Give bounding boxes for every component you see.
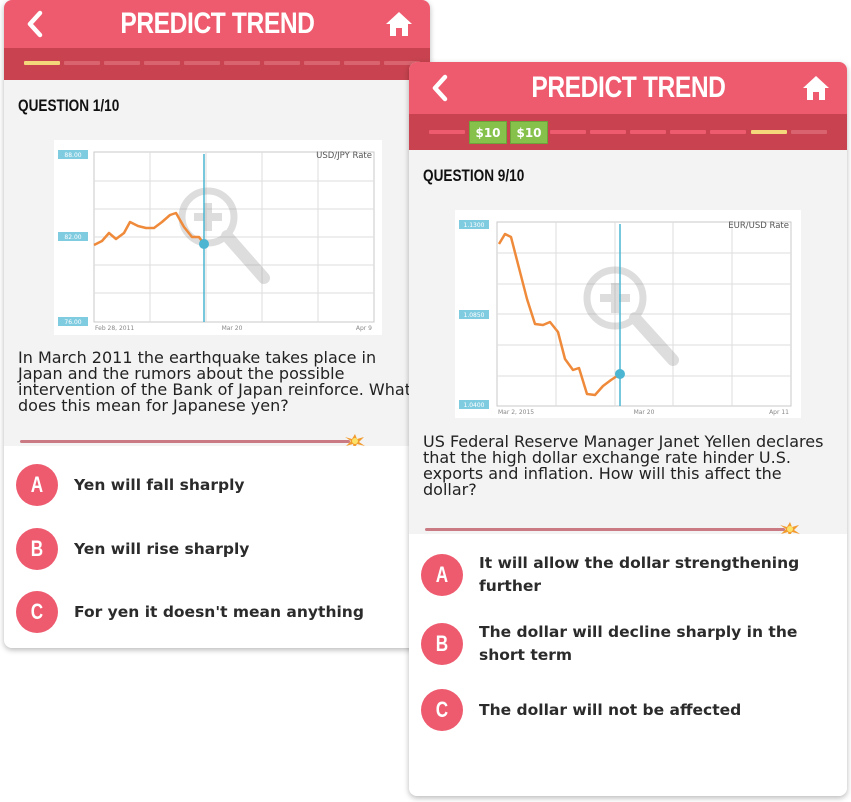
chart-y-label: 1.1300 xyxy=(464,222,485,229)
reward-badge: $10 xyxy=(469,121,507,144)
chart-y-label: 88.00 xyxy=(64,152,81,159)
answer-badge: B xyxy=(16,528,58,570)
answer-badge: A xyxy=(421,554,463,596)
chart-y-label: 76.00 xyxy=(64,319,81,326)
answer-option-a[interactable]: A It will allow the dollar strengthening… xyxy=(421,552,837,598)
chart-x-label: Mar 20 xyxy=(634,409,655,416)
question-number: QUESTION 9/10 xyxy=(423,166,525,185)
progress-segment xyxy=(429,130,465,134)
answer-text: For yen it doesn't mean anything xyxy=(74,602,364,621)
home-icon xyxy=(803,76,829,100)
timer-bar xyxy=(20,440,350,443)
answer-text: It will allow the dollar strengthening f… xyxy=(479,554,800,595)
answer-text: Yen will rise sharply xyxy=(74,539,250,558)
question-text: US Federal Reserve Manager Janet Yellen … xyxy=(423,432,824,499)
progress-segment xyxy=(184,61,220,65)
reward-badge: $10 xyxy=(510,121,548,144)
answer-badge: A xyxy=(16,464,58,506)
chart-y-label: 1.0850 xyxy=(464,312,485,319)
screen-title: PREDICT TREND xyxy=(530,71,726,104)
answer-option-c[interactable]: C The dollar will not be affected xyxy=(421,689,837,731)
question-number: QUESTION 1/10 xyxy=(18,96,120,115)
chart-x-label: Mar 20 xyxy=(222,325,243,332)
back-button[interactable] xyxy=(18,7,52,41)
home-button[interactable] xyxy=(799,71,833,105)
home-icon xyxy=(386,12,412,36)
question-text: In March 2011 the earthquake takes place… xyxy=(18,348,411,415)
timer-bar xyxy=(425,528,785,531)
answer-badge: B xyxy=(421,623,463,665)
progress-segment xyxy=(224,61,260,65)
answer-option-a[interactable]: A Yen will fall sharply xyxy=(16,464,420,506)
progress-bar: $10 $10 xyxy=(409,114,847,150)
progress-segment xyxy=(590,130,626,134)
home-button[interactable] xyxy=(382,7,416,41)
chart-svg: 88.00 82.00 76.00 USD/JPY Rate Feb 28, 2… xyxy=(58,150,375,332)
chart-x-label: Mar 2, 2015 xyxy=(498,409,534,416)
screen-title: PREDICT TREND xyxy=(119,7,315,40)
progress-segment-current xyxy=(751,130,787,134)
back-button[interactable] xyxy=(423,71,457,105)
progress-segment xyxy=(144,61,180,65)
quiz-screen-1: PREDICT TREND QUESTION 1/10 88.00 82.00 … xyxy=(4,0,430,648)
answer-option-c[interactable]: C For yen it doesn't mean anything xyxy=(16,591,420,633)
progress-segment xyxy=(264,61,300,65)
chart-svg: 1.1300 1.0850 1.0400 EUR/USD Rate Mar 2,… xyxy=(459,220,792,416)
rate-chart[interactable]: 88.00 82.00 76.00 USD/JPY Rate Feb 28, 2… xyxy=(54,140,382,335)
header-bar: PREDICT TREND xyxy=(409,62,847,114)
progress-segment xyxy=(710,130,746,134)
progress-segment xyxy=(791,130,827,134)
progress-segment xyxy=(550,130,586,134)
progress-segment xyxy=(630,130,666,134)
rate-chart[interactable]: 1.1300 1.0850 1.0400 EUR/USD Rate Mar 2,… xyxy=(455,210,801,418)
answer-badge: C xyxy=(16,591,58,633)
answer-list: A It will allow the dollar strengthening… xyxy=(409,534,847,796)
chart-y-label: 82.00 xyxy=(64,234,81,241)
progress-segment-current xyxy=(24,61,60,65)
progress-segment xyxy=(104,61,140,65)
quiz-screen-9: PREDICT TREND $10 $10 QUESTION 9/10 1.13… xyxy=(409,62,847,796)
answer-option-b[interactable]: B Yen will rise sharply xyxy=(16,528,420,570)
back-arrow-icon xyxy=(27,10,43,38)
answer-list: A Yen will fall sharply B Yen will rise … xyxy=(4,446,430,648)
chart-legend: EUR/USD Rate xyxy=(728,221,789,231)
chart-x-label: Feb 28, 2011 xyxy=(95,325,134,332)
answer-text: The dollar will decline sharply in the s… xyxy=(479,623,798,664)
progress-segment xyxy=(670,130,706,134)
progress-segment xyxy=(304,61,340,65)
header-bar: PREDICT TREND xyxy=(4,0,430,48)
answer-badge: C xyxy=(421,689,463,731)
answer-option-b[interactable]: B The dollar will decline sharply in the… xyxy=(421,621,837,667)
progress-bar xyxy=(4,48,430,80)
chart-legend: USD/JPY Rate xyxy=(316,151,372,161)
progress-segment xyxy=(64,61,100,65)
chart-y-label: 1.0400 xyxy=(464,402,485,409)
answer-text: The dollar will not be affected xyxy=(479,700,742,719)
progress-segment xyxy=(344,61,380,65)
answer-text: Yen will fall sharply xyxy=(74,475,245,494)
chart-x-label: Apr 11 xyxy=(769,409,789,416)
back-arrow-icon xyxy=(432,74,448,102)
chart-x-label: Apr 9 xyxy=(356,325,372,332)
